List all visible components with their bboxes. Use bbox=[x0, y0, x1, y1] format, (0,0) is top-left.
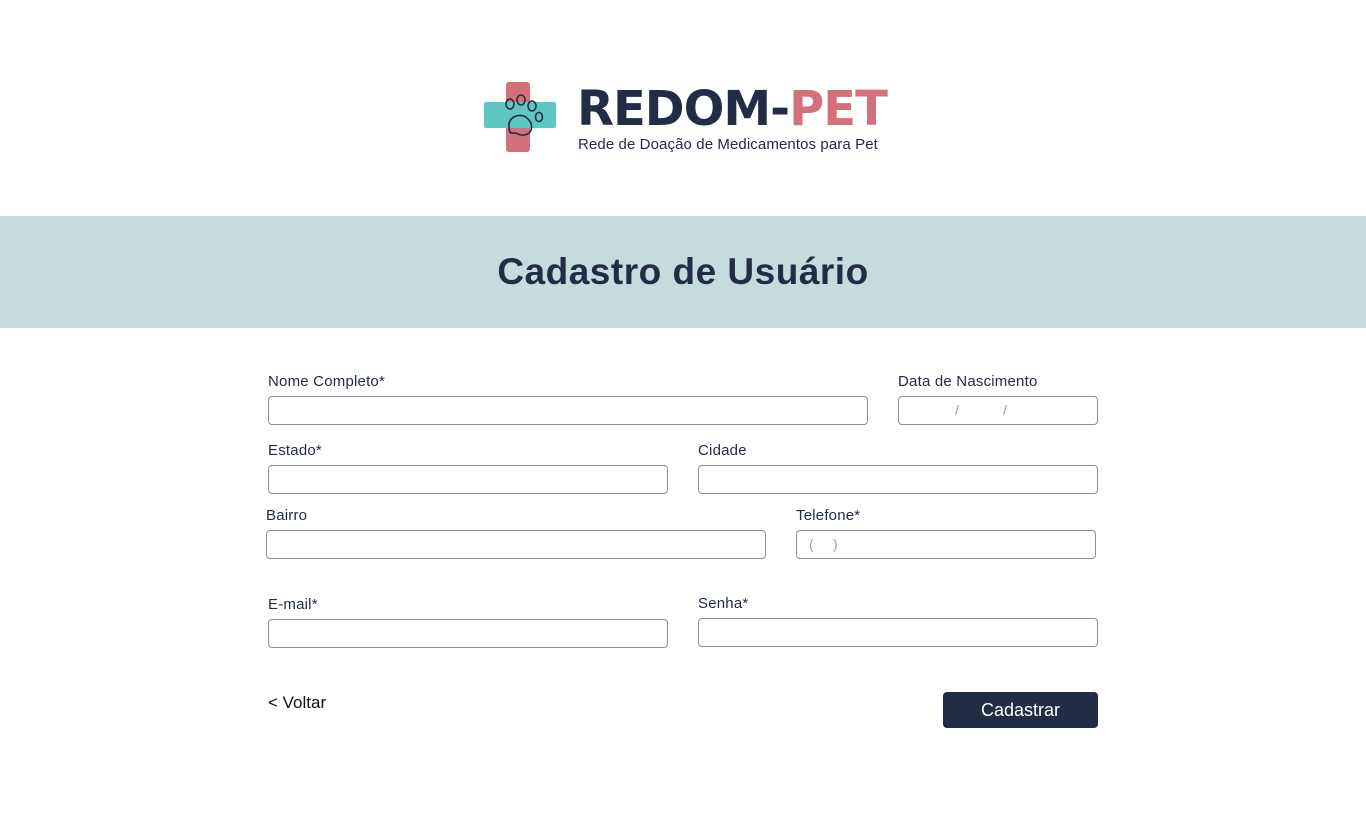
email-input[interactable] bbox=[269, 620, 667, 647]
redom-pet-logo: REDOM-PET Rede de Doação de Medicamentos… bbox=[484, 80, 888, 156]
registration-page: REDOM-PET Rede de Doação de Medicamentos… bbox=[0, 0, 1366, 819]
senha-input[interactable] bbox=[699, 619, 1097, 646]
back-link[interactable]: < Voltar bbox=[268, 693, 326, 713]
paw-cross-logo-icon bbox=[484, 82, 556, 152]
phone-mask-close: ) bbox=[833, 536, 838, 552]
date-separator-1: / bbox=[955, 402, 959, 418]
cidade-box bbox=[698, 465, 1098, 494]
brand-name-part1: REDOM- bbox=[577, 81, 790, 137]
telefone-input[interactable] bbox=[797, 531, 1095, 558]
senha-box bbox=[698, 618, 1098, 647]
email-box bbox=[268, 619, 668, 648]
telefone-field: Telefone* ( ) bbox=[796, 507, 1096, 559]
data-nascimento-input[interactable] bbox=[899, 397, 1097, 424]
nome-completo-box bbox=[268, 396, 868, 425]
brand-name-part2: PET bbox=[789, 81, 888, 137]
cidade-input[interactable] bbox=[699, 466, 1097, 493]
data-nascimento-field: Data de Nascimento / / bbox=[898, 373, 1098, 425]
cidade-field: Cidade bbox=[698, 442, 1098, 494]
brand-name: REDOM-PET bbox=[577, 81, 888, 137]
page-title-banner: Cadastro de Usuário bbox=[0, 216, 1366, 328]
cadastrar-button[interactable]: Cadastrar bbox=[943, 692, 1098, 728]
data-nascimento-box: / / bbox=[898, 396, 1098, 425]
senha-field: Senha* bbox=[698, 595, 1098, 647]
telefone-label: Telefone* bbox=[796, 507, 861, 524]
date-separator-2: / bbox=[1003, 402, 1007, 418]
nome-completo-input[interactable] bbox=[269, 397, 867, 424]
estado-label: Estado* bbox=[268, 442, 322, 459]
phone-mask-open: ( bbox=[809, 536, 814, 552]
estado-field: Estado* bbox=[268, 442, 668, 494]
bairro-box bbox=[266, 530, 766, 559]
cidade-label: Cidade bbox=[698, 442, 747, 459]
bairro-label: Bairro bbox=[266, 507, 308, 524]
estado-box bbox=[268, 465, 668, 494]
senha-label: Senha* bbox=[698, 595, 749, 612]
brand-tagline: Rede de Doação de Medicamentos para Pet bbox=[578, 136, 878, 153]
bairro-input[interactable] bbox=[267, 531, 765, 558]
data-nascimento-label: Data de Nascimento bbox=[898, 373, 1038, 390]
nome-completo-field: Nome Completo* bbox=[268, 373, 868, 425]
page-title: Cadastro de Usuário bbox=[497, 251, 869, 292]
bairro-field: Bairro bbox=[266, 507, 766, 559]
email-label: E-mail* bbox=[268, 596, 318, 613]
email-field: E-mail* bbox=[268, 596, 668, 648]
nome-completo-label: Nome Completo* bbox=[268, 373, 386, 390]
estado-input[interactable] bbox=[269, 466, 667, 493]
telefone-box: ( ) bbox=[796, 530, 1096, 559]
